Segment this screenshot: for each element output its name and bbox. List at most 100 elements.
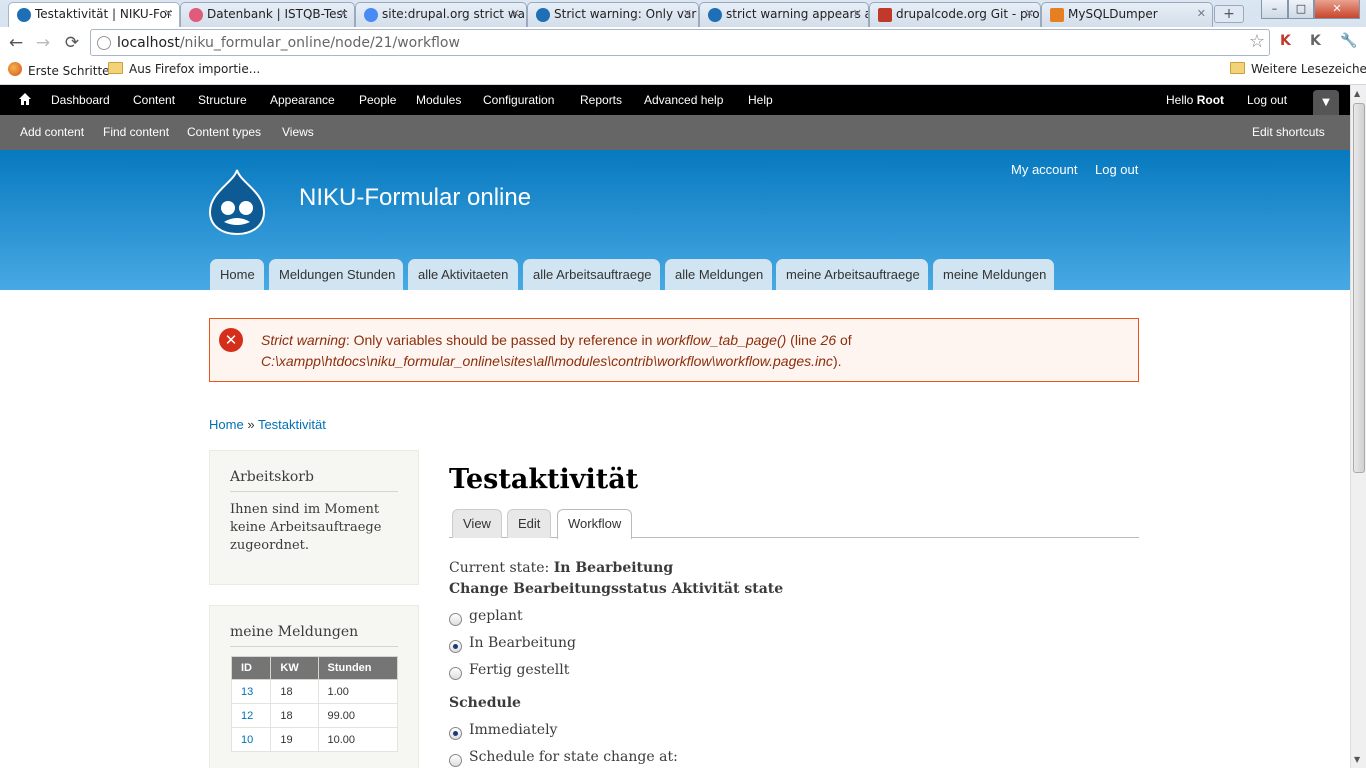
toolbar-logout[interactable]: Log out bbox=[1247, 93, 1287, 107]
edit-shortcuts-link[interactable]: Edit shortcuts bbox=[1252, 125, 1325, 139]
toolbar-help[interactable]: Help bbox=[748, 93, 773, 107]
table-cell-id[interactable]: 12 bbox=[230, 703, 272, 728]
schedule-radio-later[interactable] bbox=[449, 754, 462, 767]
tab-view[interactable]: View bbox=[452, 509, 502, 538]
home-icon[interactable] bbox=[18, 92, 32, 106]
folder-icon bbox=[1230, 62, 1245, 74]
browser-tab-title: strict warning appears a bbox=[726, 7, 869, 21]
back-button[interactable]: ← bbox=[4, 32, 28, 54]
current-state: Current state: In Bearbeitung bbox=[449, 560, 674, 576]
shortcut-find-content[interactable]: Find content bbox=[103, 125, 169, 139]
toolbar-appearance[interactable]: Appearance bbox=[270, 93, 335, 107]
meldungen-table: ID KW Stunden 13 18 1.00 12 18 99.00 10 … bbox=[230, 656, 398, 752]
main-menu-meine-arbeitsauftraege[interactable]: meine Arbeitsauftraege bbox=[776, 259, 928, 290]
breadcrumb-home-link[interactable]: Home bbox=[209, 417, 244, 432]
browser-tab-1[interactable]: Testaktivität | NIKU-For ✕ bbox=[8, 2, 180, 27]
mysqldumper-favicon-icon bbox=[1050, 8, 1064, 22]
shortcuts-toggle-icon[interactable]: ▼ bbox=[1313, 90, 1339, 115]
toolbar-content[interactable]: Content bbox=[133, 93, 175, 107]
browser-tab-6[interactable]: drupalcode.org Git - pro ✕ bbox=[869, 2, 1041, 27]
browser-tab-7[interactable]: MySQLDumper ✕ bbox=[1041, 2, 1213, 27]
toolbar-dashboard[interactable]: Dashboard bbox=[51, 93, 110, 107]
new-tab-button[interactable]: + bbox=[1214, 5, 1244, 23]
bookmark-erste-schritte[interactable]: Erste Schritte bbox=[8, 62, 110, 78]
browser-tab-3[interactable]: site:drupal.org strict wa ✕ bbox=[355, 2, 527, 27]
bookmarks-bar: Erste Schritte Aus Firefox importie... W… bbox=[0, 58, 1366, 85]
scroll-down-icon[interactable]: ▼ bbox=[1354, 755, 1360, 764]
table-cell-id[interactable]: 13 bbox=[230, 679, 272, 704]
main-menu-home[interactable]: Home bbox=[210, 259, 264, 290]
browser-tab-2[interactable]: Datenbank | ISTQB-Test ✕ bbox=[180, 2, 355, 27]
toolbar-reports[interactable]: Reports bbox=[580, 93, 622, 107]
close-tab-icon[interactable]: ✕ bbox=[339, 7, 348, 20]
drupal-logo-icon[interactable] bbox=[206, 168, 268, 236]
close-window-button[interactable]: ✕ bbox=[1314, 0, 1360, 19]
close-tab-icon[interactable]: ✕ bbox=[853, 7, 862, 20]
table-cell-id[interactable]: 10 bbox=[230, 727, 272, 752]
breadcrumb-current-link[interactable]: Testaktivität bbox=[258, 417, 326, 432]
main-menu-meldungen-stunden[interactable]: Meldungen Stunden bbox=[269, 259, 403, 290]
tab-edit[interactable]: Edit bbox=[507, 509, 552, 538]
page-scrollbar[interactable]: ▲ ▼ bbox=[1350, 85, 1366, 768]
extension-icon[interactable]: K bbox=[1310, 33, 1321, 49]
block-meine-meldungen: meine Meldungen ID KW Stunden 13 18 1.00… bbox=[209, 605, 419, 768]
browser-tab-title: Strict warning: Only var bbox=[554, 7, 697, 21]
schedule-label: Schedule bbox=[449, 695, 521, 711]
close-tab-icon[interactable]: ✕ bbox=[164, 7, 173, 20]
toolbar-configuration[interactable]: Configuration bbox=[483, 93, 554, 107]
schedule-label-later[interactable]: Schedule for state change at: bbox=[469, 749, 678, 765]
my-account-link[interactable]: My account bbox=[1011, 162, 1077, 177]
header-logout-link[interactable]: Log out bbox=[1095, 162, 1138, 177]
google-favicon-icon bbox=[364, 8, 378, 22]
bookmark-star-icon[interactable]: ☆ bbox=[1249, 31, 1265, 52]
shortcut-content-types[interactable]: Content types bbox=[187, 125, 261, 139]
browser-tab-4[interactable]: Strict warning: Only var ✕ bbox=[527, 2, 699, 27]
scrollbar-thumb[interactable] bbox=[1353, 103, 1365, 473]
close-tab-icon[interactable]: ✕ bbox=[1025, 7, 1034, 20]
toolbar-modules[interactable]: Modules bbox=[416, 93, 461, 107]
wrench-menu-icon[interactable]: 🔧 bbox=[1340, 33, 1357, 49]
toolbar-advanced-help[interactable]: Advanced help bbox=[644, 93, 723, 107]
browser-tab-title: MySQLDumper bbox=[1068, 7, 1158, 21]
state-radio-geplant[interactable] bbox=[449, 613, 462, 626]
toolbar-hello-user[interactable]: Hello Root bbox=[1166, 93, 1224, 107]
close-tab-icon[interactable]: ✕ bbox=[1197, 7, 1206, 20]
shortcut-add-content[interactable]: Add content bbox=[20, 125, 84, 139]
tab-workflow[interactable]: Workflow bbox=[557, 509, 633, 539]
scroll-up-icon[interactable]: ▲ bbox=[1354, 89, 1360, 98]
state-label-fertig-gestellt[interactable]: Fertig gestellt bbox=[469, 662, 569, 678]
site-name[interactable]: NIKU-Formular online bbox=[299, 184, 531, 212]
shortcut-views[interactable]: Views bbox=[282, 125, 314, 139]
state-label-in-bearbeitung[interactable]: In Bearbeitung bbox=[469, 635, 576, 651]
state-radio-in-bearbeitung[interactable] bbox=[449, 640, 462, 653]
bookmark-folder-firefox[interactable]: Aus Firefox importie... bbox=[108, 62, 260, 76]
breadcrumb: Home » Testaktivität bbox=[209, 417, 326, 432]
schedule-label-immediately[interactable]: Immediately bbox=[469, 722, 557, 738]
browser-navbar: ← → ⟳ localhost/niku_formular_online/nod… bbox=[0, 27, 1366, 58]
toolbar-people[interactable]: People bbox=[359, 93, 396, 107]
main-menu-alle-aktivitaeten[interactable]: alle Aktivitaeten bbox=[408, 259, 518, 290]
breadcrumb-separator: » bbox=[247, 417, 255, 432]
table-header-kw[interactable]: KW bbox=[270, 656, 319, 680]
schedule-radio-immediately[interactable] bbox=[449, 727, 462, 740]
close-tab-icon[interactable]: ✕ bbox=[683, 7, 692, 20]
state-radio-fertig-gestellt[interactable] bbox=[449, 667, 462, 680]
main-menu-alle-meldungen[interactable]: alle Meldungen bbox=[665, 259, 772, 290]
state-label-geplant[interactable]: geplant bbox=[469, 608, 523, 624]
table-row: 10 19 10.00 bbox=[230, 727, 398, 752]
browser-tab-5[interactable]: strict warning appears a ✕ bbox=[699, 2, 869, 27]
main-menu-meine-meldungen[interactable]: meine Meldungen bbox=[933, 259, 1054, 290]
toolbar-structure[interactable]: Structure bbox=[198, 93, 247, 107]
address-bar[interactable]: localhost/niku_formular_online/node/21/w… bbox=[90, 29, 1270, 56]
table-header-id[interactable]: ID bbox=[230, 656, 272, 680]
maximize-button[interactable]: □ bbox=[1288, 0, 1314, 19]
bookmark-folder-weitere[interactable]: Weitere Lesezeichen bbox=[1230, 62, 1366, 76]
main-menu-alle-arbeitsauftraege[interactable]: alle Arbeitsauftraege bbox=[523, 259, 660, 290]
table-header-stunden[interactable]: Stunden bbox=[317, 656, 398, 680]
heart-favicon-icon bbox=[189, 8, 203, 22]
kaspersky-extension-icon[interactable]: K bbox=[1280, 33, 1291, 49]
close-tab-icon[interactable]: ✕ bbox=[511, 7, 520, 20]
minimize-button[interactable]: – bbox=[1261, 0, 1288, 19]
reload-button[interactable]: ⟳ bbox=[60, 32, 84, 54]
forward-button[interactable]: → bbox=[31, 32, 55, 54]
